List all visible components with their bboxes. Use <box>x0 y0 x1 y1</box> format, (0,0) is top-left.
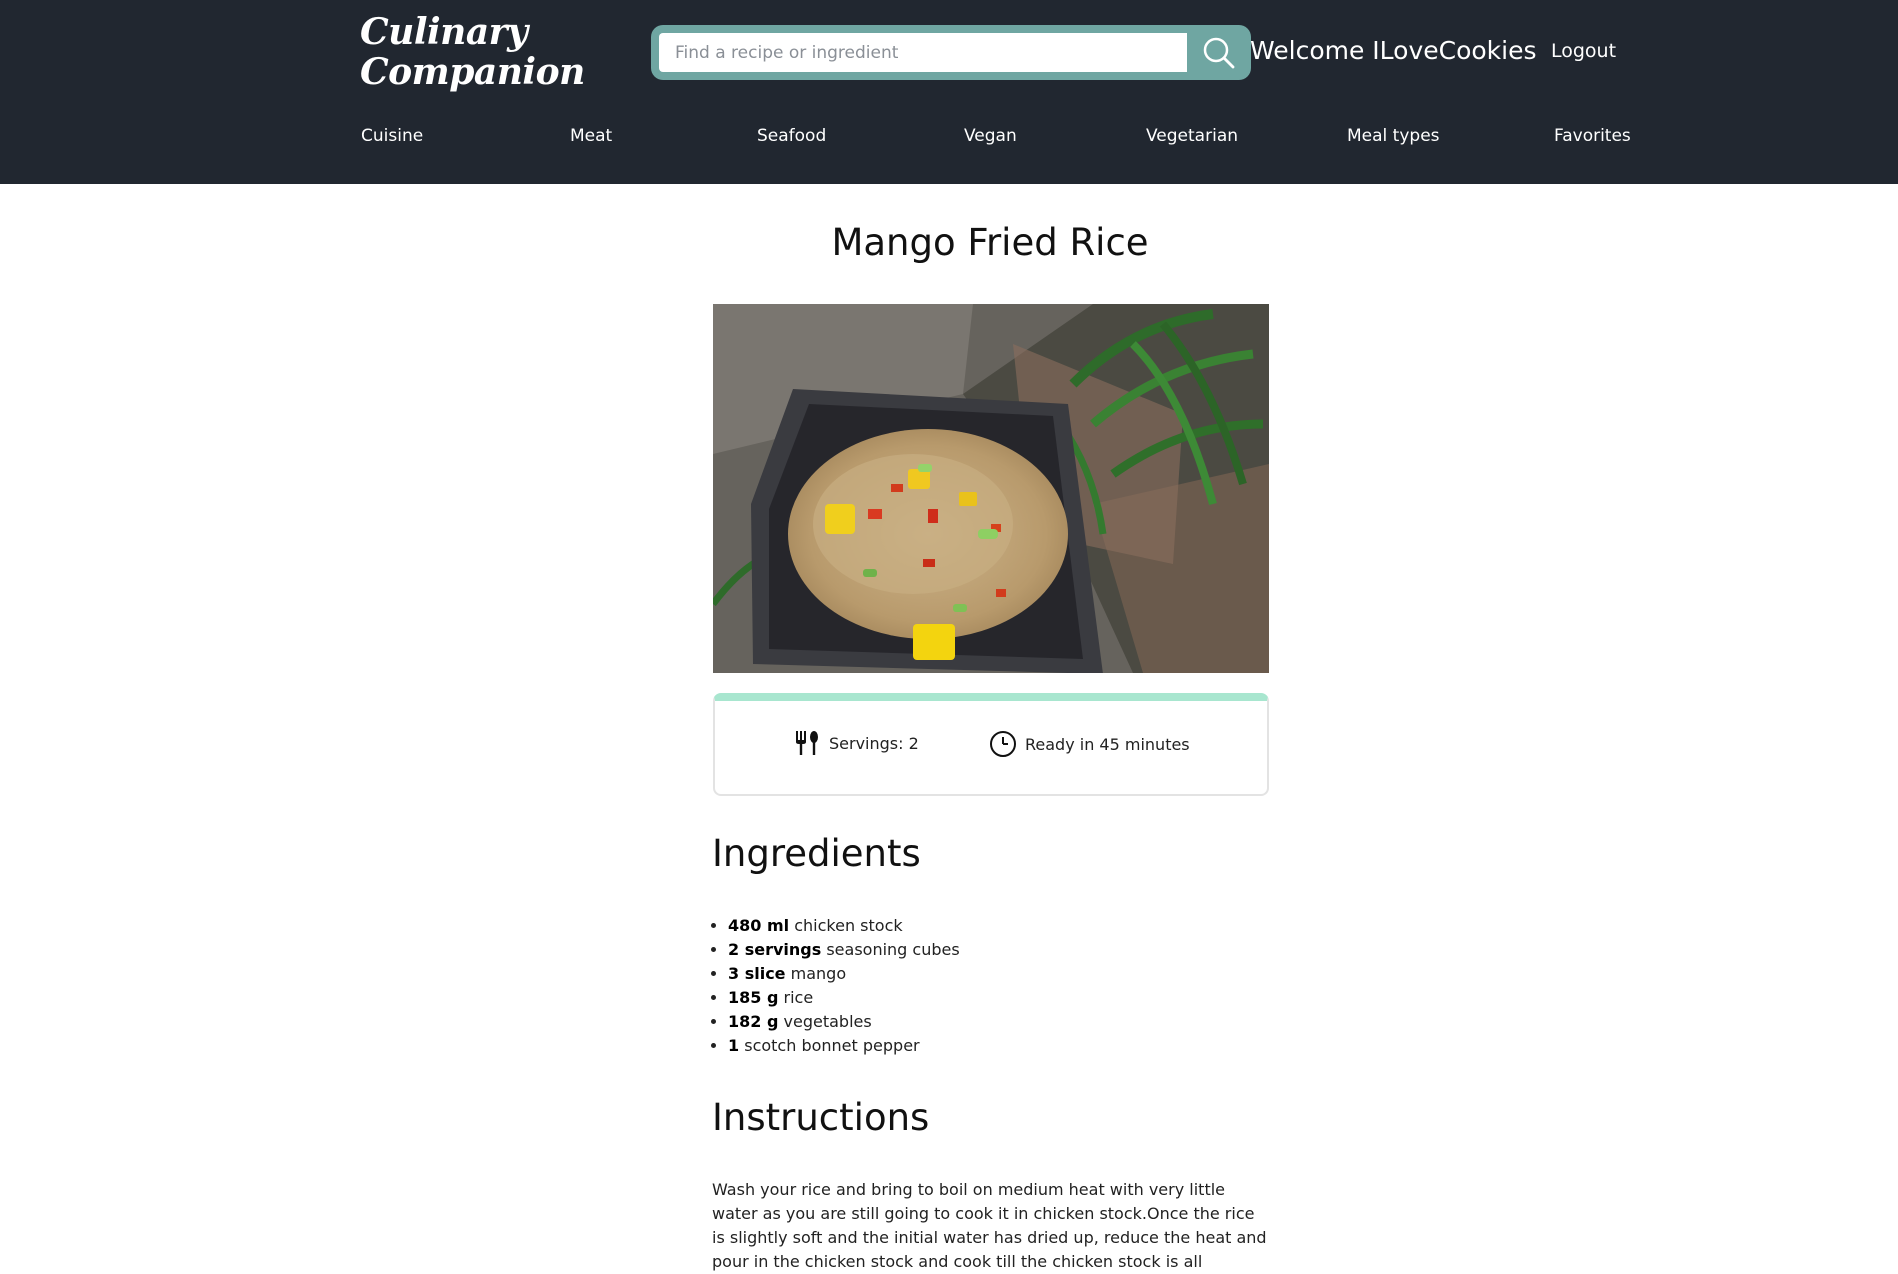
ingredient-amount: 2 servings <box>728 940 822 959</box>
ingredient-item: 1 scotch bonnet pepper <box>728 1034 960 1058</box>
search-input[interactable] <box>659 33 1187 72</box>
ingredient-name: scotch bonnet pepper <box>744 1036 920 1055</box>
search-bar <box>651 25 1251 80</box>
main-nav: Cuisine Meat Seafood Vegan Vegetarian Me… <box>0 122 1898 152</box>
site-header: Culinary Companion Welcome ILoveCookies … <box>0 0 1898 184</box>
ingredient-amount: 3 slice <box>728 964 786 983</box>
ingredients-heading: Ingredients <box>712 832 921 875</box>
ingredient-name: rice <box>783 988 814 1007</box>
logo-line-2: Companion <box>360 51 585 93</box>
servings-info: Servings: 2 <box>793 730 919 756</box>
search-icon <box>1203 37 1235 68</box>
ingredient-item: 182 g vegetables <box>728 1010 960 1034</box>
recipe-title: Mango Fried Rice <box>831 221 1149 264</box>
ingredient-name: mango <box>790 964 847 983</box>
ingredient-item: 480 ml chicken stock <box>728 914 960 938</box>
site-logo[interactable]: Culinary Companion <box>360 12 585 92</box>
nav-item-seafood[interactable]: Seafood <box>757 122 826 150</box>
recipe-photo <box>713 304 1269 673</box>
nav-item-favorites[interactable]: Favorites <box>1554 122 1631 150</box>
nav-item-meat[interactable]: Meat <box>570 122 612 150</box>
ingredient-name: vegetables <box>783 1012 872 1031</box>
nav-item-meal-types[interactable]: Meal types <box>1347 122 1440 150</box>
logo-line-1: Culinary <box>360 11 528 53</box>
ingredient-item: 2 servings seasoning cubes <box>728 938 960 962</box>
ready-time-info: Ready in 45 minutes <box>989 730 1190 758</box>
ingredient-amount: 182 g <box>728 1012 779 1031</box>
cutlery-icon <box>796 731 818 755</box>
ingredient-amount: 185 g <box>728 988 779 1007</box>
ingredient-amount: 480 ml <box>728 916 790 935</box>
ingredient-item: 3 slice mango <box>728 962 960 986</box>
recipe-info-card: Servings: 2 Ready in 45 minutes <box>713 693 1269 796</box>
nav-item-cuisine[interactable]: Cuisine <box>361 122 423 150</box>
ingredients-list: 480 ml chicken stock 2 servings seasonin… <box>712 914 960 1058</box>
servings-text: Servings: 2 <box>829 733 919 753</box>
search-button[interactable] <box>1191 31 1247 74</box>
nav-item-vegan[interactable]: Vegan <box>964 122 1017 150</box>
clock-icon <box>990 731 1016 757</box>
instructions-heading: Instructions <box>712 1096 930 1139</box>
ingredient-item: 185 g rice <box>728 986 960 1010</box>
ingredient-name: chicken stock <box>794 916 903 935</box>
nav-item-vegetarian[interactable]: Vegetarian <box>1146 122 1238 150</box>
logout-link[interactable]: Logout <box>1551 38 1616 64</box>
ingredient-name: seasoning cubes <box>826 940 960 959</box>
welcome-text: Welcome ILoveCookies <box>1250 36 1537 65</box>
instructions-text: Wash your rice and bring to boil on medi… <box>712 1180 1267 1271</box>
ready-time-text: Ready in 45 minutes <box>1025 734 1190 754</box>
ingredient-amount: 1 <box>728 1036 740 1055</box>
